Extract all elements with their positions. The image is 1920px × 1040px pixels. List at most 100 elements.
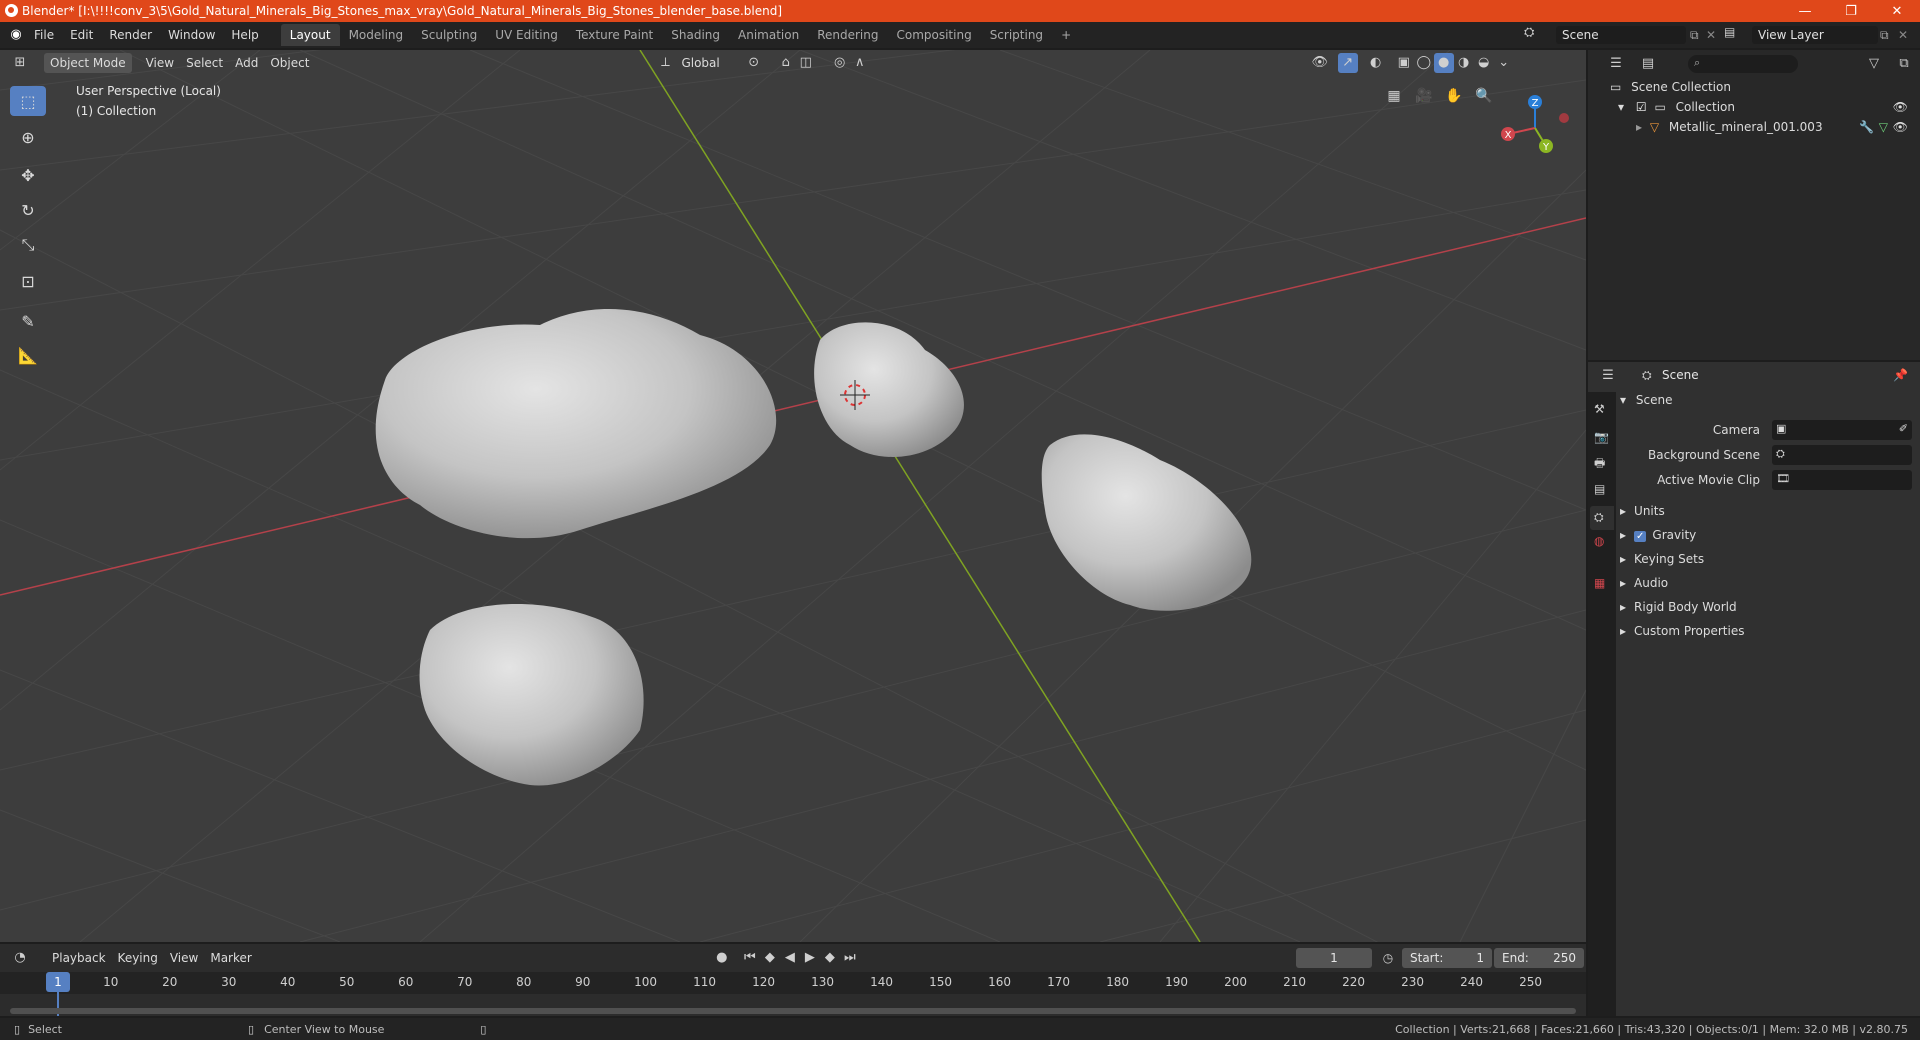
object-visibility-icon[interactable]: 👁 [1893,120,1908,134]
navigation-gizmo[interactable]: Z X Y [1501,95,1569,153]
annotate-tool[interactable]: ✎ [10,306,46,336]
view-layer-tab-icon[interactable]: ▤ [1594,482,1605,496]
filter-icon[interactable]: ▽ [1864,54,1884,74]
tab-compositing[interactable]: Compositing [887,24,980,46]
menu-edit[interactable]: Edit [62,24,101,46]
solid-shading-icon[interactable]: ● [1433,53,1454,73]
gizmo-toggle-icon[interactable]: ↗ [1337,53,1358,73]
menu-keying[interactable]: Keying [112,948,164,968]
jump-start-icon[interactable]: ⏮ [740,948,760,968]
camera-view-icon[interactable]: 🎥 [1412,88,1436,112]
stone-mesh-small[interactable] [814,322,964,457]
camera-field[interactable]: ▣ ✐ [1772,420,1912,440]
delete-view-layer-icon[interactable]: ✕ [1898,26,1912,44]
falloff-icon[interactable]: ∧ [850,53,870,73]
menu-marker[interactable]: Marker [204,948,257,968]
tab-scripting[interactable]: Scripting [981,24,1052,46]
scene-tab-icon[interactable]: ⛭ [1590,506,1614,530]
rendered-shading-icon[interactable]: ◒ [1474,53,1494,73]
mode-selector[interactable]: Object Mode [44,53,132,73]
object-expand-arrow-icon[interactable]: ▸ [1636,120,1642,134]
rotate-tool[interactable]: ↻ [10,195,46,225]
transform-tool[interactable]: ⊡ [10,266,46,296]
scene-selector[interactable]: Scene [1556,26,1686,44]
editor-type-icon[interactable]: ⊞ [10,53,30,73]
menu-timeline-view[interactable]: View [164,948,204,968]
perspective-toggle-icon[interactable]: ▦ [1382,88,1406,112]
timeline-editor-icon[interactable]: ◔ [10,948,30,968]
current-frame-field[interactable]: 1 [1296,948,1372,968]
display-mode-icon[interactable]: ▤ [1638,54,1658,74]
outliner-editor-icon[interactable]: ☰ [1606,54,1626,74]
minimize-button[interactable]: — [1782,0,1828,22]
maximize-button[interactable]: ❐ [1828,0,1874,22]
move-tool[interactable]: ✥ [10,160,46,190]
scale-tool[interactable]: ⤡ [10,230,46,260]
menu-select[interactable]: Select [180,53,229,73]
outliner-search-input[interactable]: ⌕ [1688,55,1798,73]
shading-options-icon[interactable]: ⌄ [1494,53,1514,73]
playhead[interactable]: 1 [46,972,70,992]
select-box-tool[interactable]: ⬚ [10,86,46,116]
audio-panel[interactable]: ▸ Audio [1620,571,1668,595]
new-scene-icon[interactable]: ⧉ [1690,26,1706,44]
menu-file[interactable]: File [26,24,62,46]
scene-panel-header[interactable]: ▾ Scene [1620,388,1672,412]
clock-icon[interactable]: ◷ [1378,948,1398,968]
zoom-view-icon[interactable]: 🔍 [1472,88,1496,112]
mesh-data-icon[interactable]: ▽ [1879,120,1888,134]
tab-sculpting[interactable]: Sculpting [412,24,486,46]
render-tab-icon[interactable]: 📷 [1594,430,1609,444]
tool-tab-icon[interactable]: ⚒ [1594,402,1605,416]
tab-modeling[interactable]: Modeling [340,24,413,46]
units-panel[interactable]: ▸ Units [1620,499,1665,523]
active-movie-clip-field[interactable]: 🎞 [1772,470,1912,490]
tab-layout[interactable]: Layout [280,24,340,46]
stone-mesh-right[interactable] [1041,434,1252,611]
3d-viewport[interactable]: Z X Y [0,50,1586,942]
close-button[interactable]: ✕ [1874,0,1920,22]
keying-sets-panel[interactable]: ▸ Keying Sets [1620,547,1704,571]
end-frame-field[interactable]: End: 250 [1494,948,1584,968]
world-tab-icon[interactable]: ◍ [1594,534,1604,548]
new-collection-icon[interactable]: ⧉ [1894,54,1914,74]
menu-add[interactable]: Add [229,53,264,73]
delete-scene-icon[interactable]: ✕ [1706,26,1720,44]
snap-target-icon[interactable]: ◫ [796,53,816,73]
scene-icon[interactable]: ⛭ [1524,25,1542,45]
background-scene-field[interactable]: ⛭ [1772,445,1912,465]
properties-editor-icon[interactable]: ☰ [1598,366,1618,386]
texture-tab-icon[interactable]: ▦ [1594,576,1605,590]
measure-tool[interactable]: 📐 [10,340,46,370]
stone-mesh-large[interactable] [375,308,777,539]
material-shading-icon[interactable]: ◑ [1454,53,1474,73]
menu-help[interactable]: Help [223,24,266,46]
play-icon[interactable]: ▶ [800,948,820,968]
start-frame-field[interactable]: Start: 1 [1402,948,1492,968]
gravity-panel[interactable]: ▸ ✓ Gravity [1620,523,1696,547]
view-layer-icon[interactable]: ▤ [1724,25,1742,45]
snap-icon[interactable]: ⌂ [776,53,796,73]
outliner-scene-collection[interactable]: ▭ Scene Collection [1610,80,1731,94]
custom-properties-panel[interactable]: ▸ Custom Properties [1620,619,1744,643]
tab-rendering[interactable]: Rendering [808,24,887,46]
menu-window[interactable]: Window [160,24,223,46]
tab-animation[interactable]: Animation [729,24,808,46]
xray-icon[interactable]: ▣ [1394,53,1414,73]
blender-menu-icon[interactable]: ◉ [6,25,26,45]
pivot-icon[interactable]: ⊙ [744,53,764,73]
outliner-collection-row[interactable]: ▾ ☑ ▭ Collection 👁 [1618,100,1920,120]
output-tab-icon[interactable]: 🖶 [1594,454,1605,475]
menu-object[interactable]: Object [264,53,315,73]
gravity-checkbox[interactable]: ✓ [1634,531,1647,542]
next-keyframe-icon[interactable]: ◆ [820,948,840,968]
tab-shading[interactable]: Shading [662,24,729,46]
timeline-scrollbar[interactable] [10,1008,1576,1014]
eyedropper-icon[interactable]: ✐ [1899,422,1908,435]
menu-render[interactable]: Render [101,24,160,46]
new-view-layer-icon[interactable]: ⧉ [1880,26,1896,44]
cursor-tool[interactable]: ⊕ [10,122,46,152]
menu-playback[interactable]: Playback [46,948,112,968]
wireframe-shading-icon[interactable]: ◯ [1414,53,1434,73]
proportional-edit-icon[interactable]: ◎ [830,53,850,73]
